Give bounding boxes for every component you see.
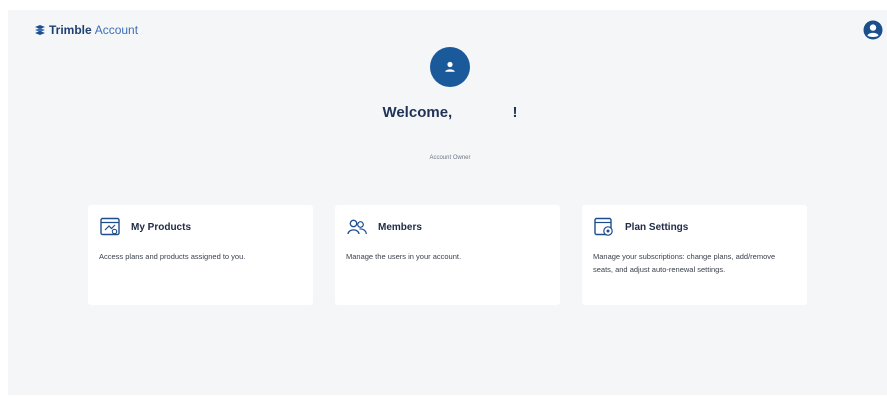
welcome-heading: Welcome, ! <box>300 104 600 121</box>
products-window-icon <box>99 216 121 238</box>
brand-name: Trimble <box>49 23 92 37</box>
card-description: Manage the users in your account. <box>346 252 462 261</box>
card-my-products[interactable]: My Products Access plans and products as… <box>88 205 313 305</box>
card-header: My Products <box>99 216 302 238</box>
plan-settings-icon <box>593 216 615 238</box>
card-title: My Products <box>131 221 192 233</box>
card-members[interactable]: Members Manage the users in your account… <box>335 205 560 305</box>
user-circle-icon[interactable] <box>863 20 883 40</box>
welcome-prefix: Welcome, <box>382 104 453 121</box>
users-icon <box>346 216 368 238</box>
trimble-logo-icon <box>34 24 46 36</box>
page: Trimble Account Welcome, ! Account Owner <box>0 0 887 398</box>
card-title: Members <box>378 221 422 233</box>
card-plan-settings[interactable]: Plan Settings Manage your subscriptions:… <box>582 205 807 305</box>
avatar <box>430 47 470 87</box>
user-icon <box>442 59 458 75</box>
account-role: Account Owner <box>429 155 471 161</box>
card-header: Plan Settings <box>593 216 796 238</box>
brand-logo[interactable]: Trimble Account <box>34 22 138 38</box>
card-title: Plan Settings <box>625 221 689 233</box>
welcome-suffix: ! <box>512 104 518 121</box>
card-description: Manage your subscriptions: change plans,… <box>593 252 776 274</box>
brand-product: Account <box>94 23 139 37</box>
card-description: Access plans and products assigned to yo… <box>99 252 246 261</box>
card-header: Members <box>346 216 549 238</box>
